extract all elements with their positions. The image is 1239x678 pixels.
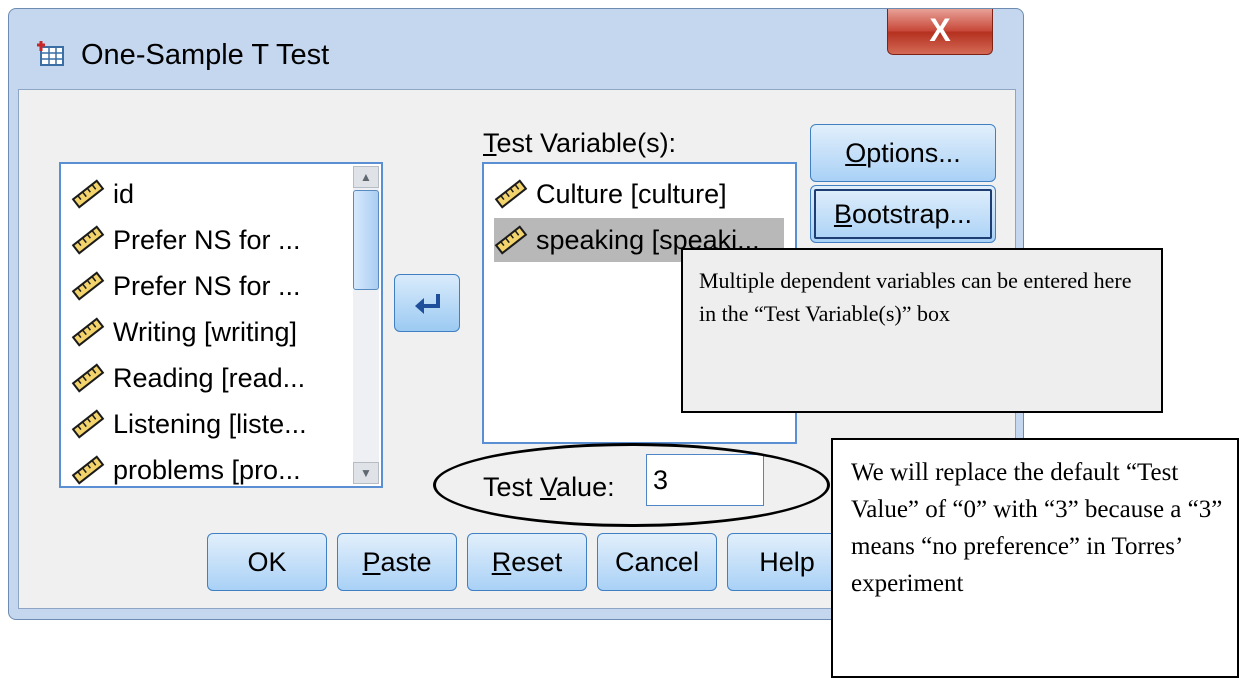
close-button[interactable]: X — [887, 9, 993, 55]
scale-ruler-icon — [71, 317, 105, 347]
list-item[interactable]: Culture [culture] — [494, 172, 784, 216]
source-variable-list[interactable]: id Prefer NS for ... Prefer NS for ... Writ… — [59, 162, 383, 488]
list-item[interactable]: Listening [liste... — [71, 402, 341, 446]
list-item[interactable]: Writing [writing] — [71, 310, 341, 354]
scale-ruler-icon — [494, 179, 528, 209]
list-item-label: Prefer NS for ... — [113, 224, 301, 255]
scale-ruler-icon — [71, 455, 105, 485]
reset-button[interactable]: Reset — [467, 533, 587, 591]
list-item[interactable]: id — [71, 172, 341, 216]
list-item-label: Reading [read... — [113, 362, 306, 393]
options-button[interactable]: Options... — [810, 124, 996, 182]
bootstrap-button[interactable]: Bootstrap... — [810, 185, 996, 243]
paste-button[interactable]: Paste — [337, 533, 457, 591]
scroll-up-arrow-icon[interactable]: ▲ — [353, 166, 379, 188]
list-item[interactable]: problems [pro... — [71, 448, 341, 486]
scale-ruler-icon — [71, 179, 105, 209]
move-to-test-variables-button[interactable] — [394, 274, 460, 332]
list-item-label: problems [pro... — [113, 454, 301, 485]
spss-dialog-icon — [37, 41, 64, 66]
scale-ruler-icon — [71, 225, 105, 255]
list-item-label: Prefer NS for ... — [113, 270, 301, 301]
arrow-left-icon — [415, 294, 440, 314]
help-button[interactable]: Help — [727, 533, 847, 591]
list-item-label: Listening [liste... — [113, 408, 307, 439]
scale-ruler-icon — [71, 271, 105, 301]
test-variables-label: Test Variable(s): — [483, 128, 677, 158]
scale-ruler-icon — [494, 225, 528, 255]
scroll-down-arrow-icon[interactable]: ▼ — [353, 462, 379, 484]
title-bar[interactable]: One-Sample T Test X — [9, 9, 1023, 89]
list-item[interactable]: Prefer NS for ... — [71, 218, 341, 262]
callout-test-variables: Multiple dependent variables can be ente… — [681, 248, 1163, 413]
dialog-title: One-Sample T Test — [81, 39, 330, 71]
list-item-label: Writing [writing] — [113, 316, 298, 347]
vertical-scrollbar[interactable]: ▲ ▼ — [353, 166, 379, 484]
list-item-label: id — [113, 178, 135, 209]
cancel-button[interactable]: Cancel — [597, 533, 717, 591]
scale-ruler-icon — [71, 363, 105, 393]
scrollbar-thumb[interactable] — [353, 190, 379, 290]
callout-test-value: We will replace the default “Test Value”… — [831, 438, 1239, 678]
list-item[interactable]: Prefer NS for ... — [71, 264, 341, 308]
list-item[interactable]: Reading [read... — [71, 356, 341, 400]
highlight-ellipse — [433, 443, 830, 527]
list-item-label: Culture [culture] — [536, 178, 727, 209]
ok-button[interactable]: OK — [207, 533, 327, 591]
scale-ruler-icon — [71, 409, 105, 439]
